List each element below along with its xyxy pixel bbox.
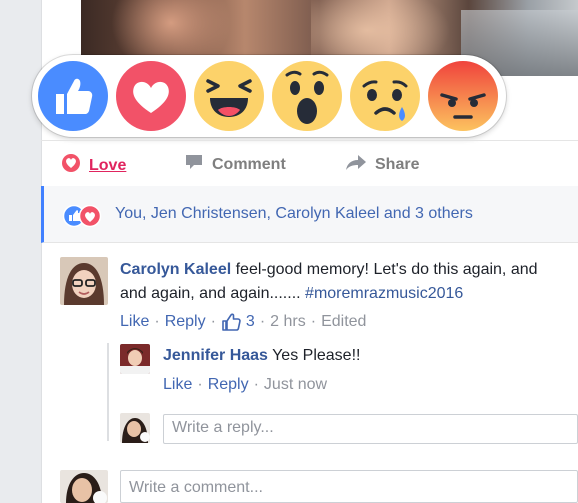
love-label: Love [89,156,127,174]
reply-time[interactable]: Just now [264,376,327,394]
angry-reaction-icon[interactable] [428,61,498,131]
comment-placeholder: Write a comment... [129,479,263,496]
sad-reaction-icon[interactable] [350,61,420,131]
comment-time[interactable]: 2 hrs [270,313,306,331]
reaction-picker [32,55,506,137]
comment-body: Carolyn Kaleel feel-good memory! Let's d… [120,258,578,306]
reply-text: Yes Please!! [272,347,361,364]
avatar[interactable] [120,344,150,374]
share-button[interactable]: Share [345,153,419,176]
comment-author[interactable]: Carolyn Kaleel [120,261,231,278]
love-small-icon [61,153,81,178]
love-reaction-icon[interactable] [116,61,186,131]
reaction-summary-text[interactable]: You, Jen Christensen, Carolyn Kaleel and… [115,205,473,223]
comment-text-line2: and again, and again....... [120,285,301,302]
summary-reaction-icons [62,204,113,228]
comment-reply-link[interactable]: Reply [165,313,206,331]
haha-reaction-icon[interactable] [194,61,264,131]
post-action-bar: Love Comment Share [41,140,578,188]
reply-body: Jennifer Haas Yes Please!! [163,344,360,368]
comment-like-count[interactable]: 3 [246,313,255,331]
share-icon [345,153,367,176]
reply-input[interactable]: Write a reply... [163,414,578,444]
reply-reply-link[interactable]: Reply [208,376,249,394]
comment-input[interactable]: Write a comment... [120,470,578,503]
comment-hashtag[interactable]: #moremrazmusic2016 [305,285,463,302]
comment-button[interactable]: Comment [184,153,286,176]
avatar[interactable] [120,413,150,443]
thumbs-up-icon [221,313,241,331]
comment-text-line1: feel-good memory! Let's do this again, a… [235,261,538,278]
reply-placeholder: Write a reply... [172,419,274,436]
reply-like-link[interactable]: Like [163,376,192,394]
love-button[interactable]: Love [61,153,126,178]
like-reaction-icon[interactable] [38,61,108,131]
reply-author[interactable]: Jennifer Haas [163,347,268,364]
share-label: Share [375,155,420,173]
reply-meta: Like · Reply · Just now [163,376,328,394]
comment-icon [184,153,204,176]
reply-thread-line [107,343,109,441]
reaction-summary[interactable]: You, Jen Christensen, Carolyn Kaleel and… [41,186,578,243]
comment-meta: Like · Reply · 3 · 2 hrs · Edited [120,313,367,331]
comment-label: Comment [212,155,286,173]
wow-reaction-icon[interactable] [272,61,342,131]
comment-like-link[interactable]: Like [120,313,149,331]
avatar[interactable] [60,257,108,305]
avatar[interactable] [60,470,108,503]
comment-edited[interactable]: Edited [321,313,366,331]
